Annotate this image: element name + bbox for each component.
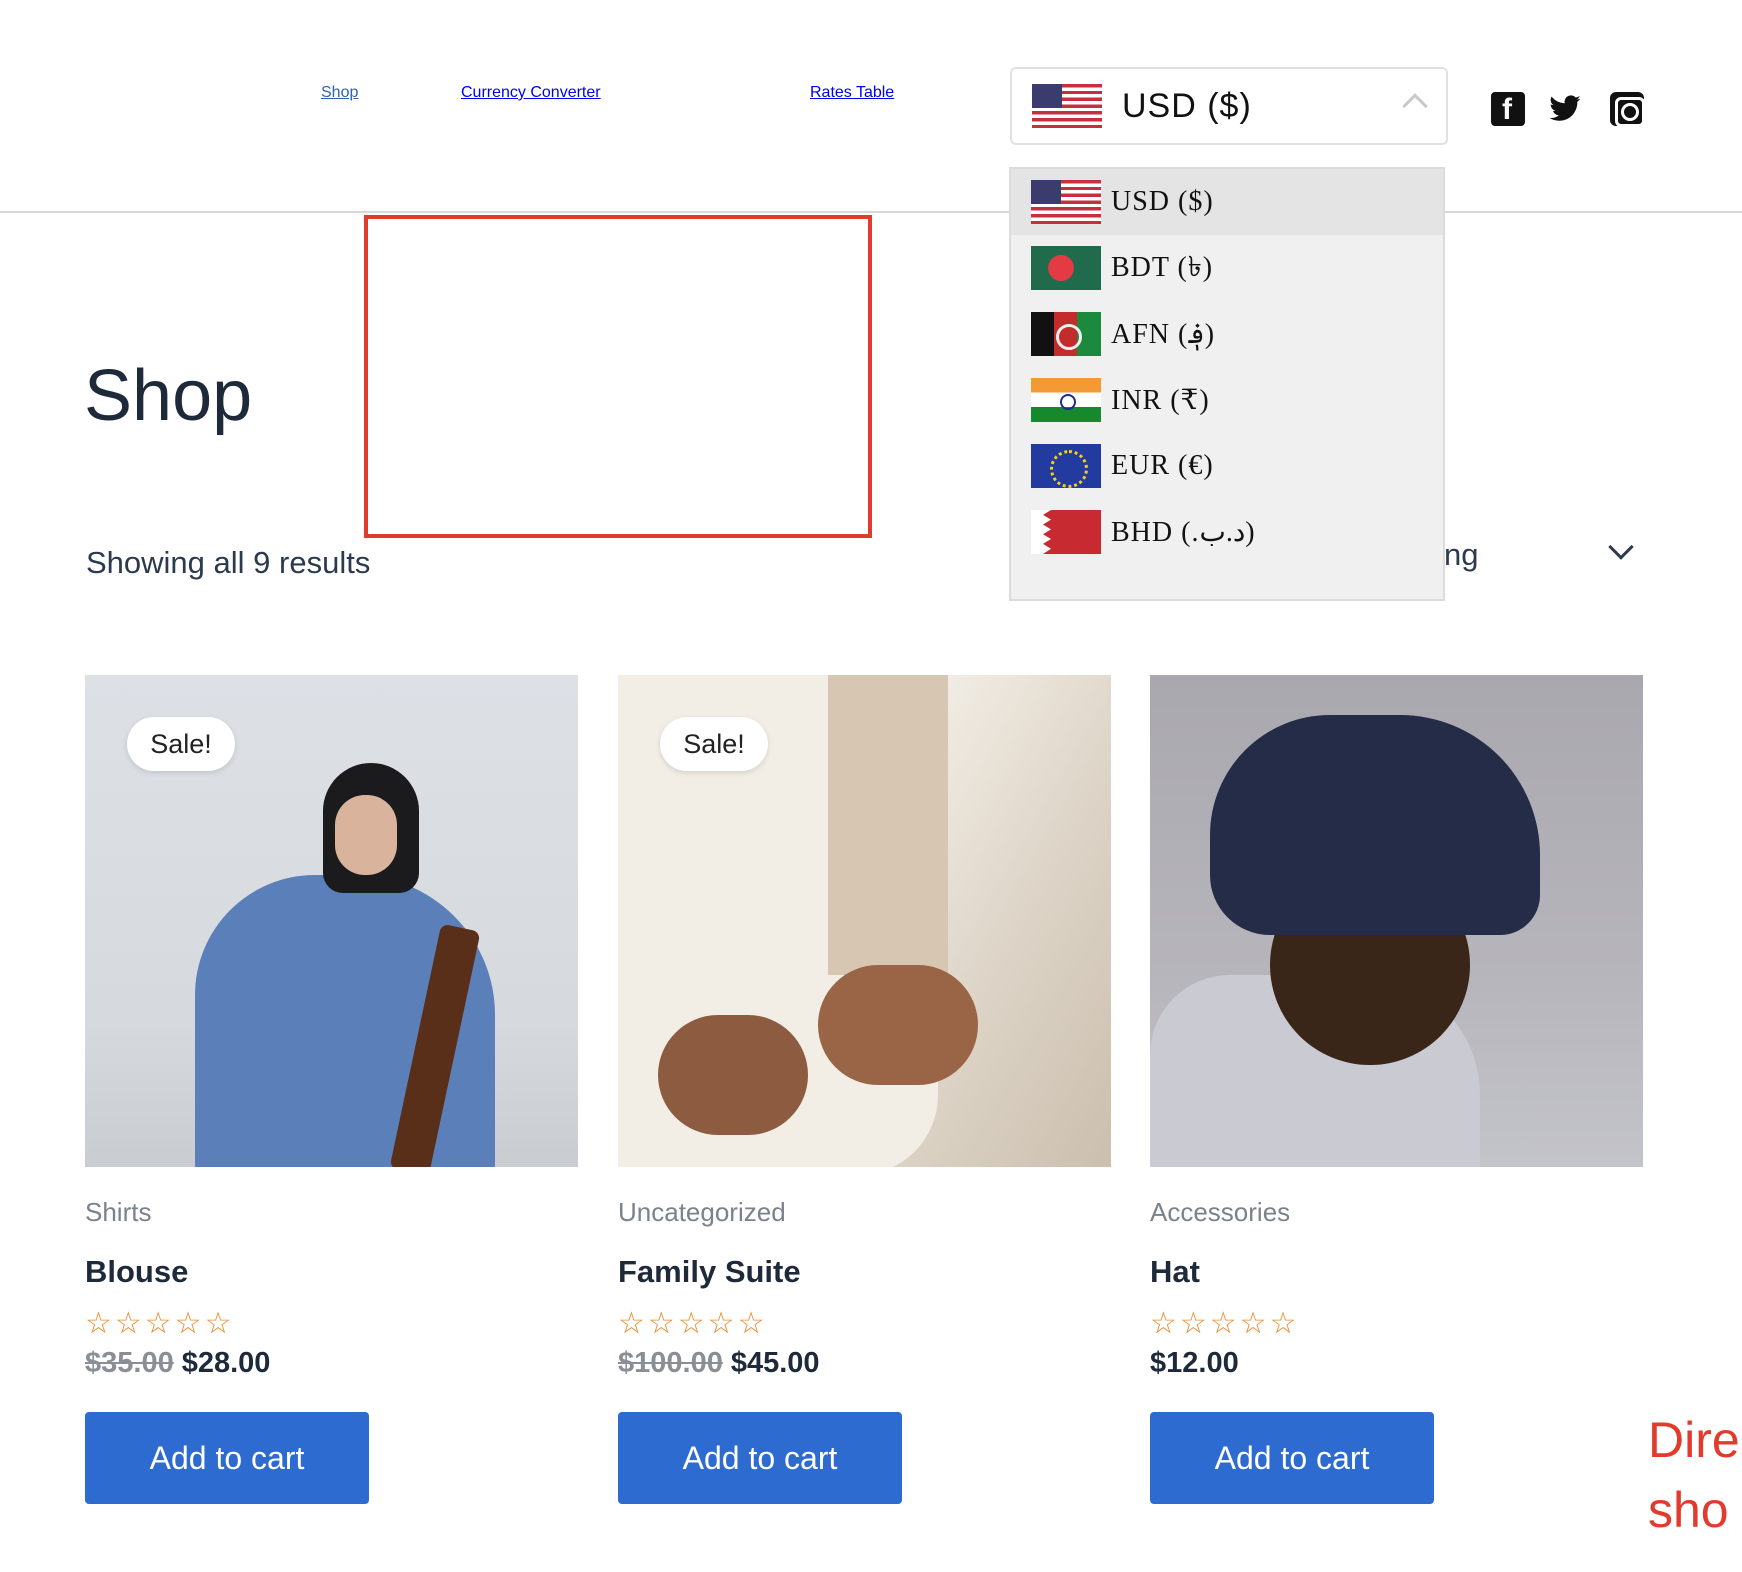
- nav-shop-label: Shop: [321, 84, 359, 101]
- twitter-icon[interactable]: [1548, 92, 1582, 126]
- hand-shape: [658, 1015, 808, 1135]
- currency-option-label: BDT (৳): [1111, 251, 1214, 283]
- bh-flag-icon: [1031, 510, 1101, 554]
- nav-rates-table-link[interactable]: Rates Table: [810, 84, 894, 102]
- currency-dropdown-list[interactable]: USD ($) BDT (৳) AFN (؋) INR (₹) EUR (€) …: [1009, 167, 1445, 601]
- instagram-icon[interactable]: [1610, 92, 1645, 127]
- currency-option-bhd[interactable]: BHD (.د.ب): [1011, 499, 1443, 565]
- af-flag-icon: [1031, 312, 1101, 356]
- product-price: $35.00 $28.00: [85, 1347, 578, 1380]
- sale-price: $28.00: [181, 1347, 271, 1379]
- us-flag-icon: [1031, 180, 1101, 224]
- product-price: $12.00: [1150, 1347, 1643, 1380]
- product-image[interactable]: Sale!: [85, 675, 578, 1167]
- bd-flag-icon: [1031, 246, 1101, 290]
- page-title: Shop: [84, 356, 253, 436]
- product-category[interactable]: Uncategorized: [618, 1197, 1111, 1228]
- annotation-text: Dire sho: [1648, 1405, 1740, 1545]
- tee-shape: [828, 675, 948, 975]
- hand-shape: [818, 965, 978, 1085]
- product-title[interactable]: Family Suite: [618, 1254, 1111, 1290]
- us-flag-icon: [1032, 84, 1102, 128]
- product-image[interactable]: [1150, 675, 1643, 1167]
- currency-option-usd[interactable]: USD ($): [1011, 169, 1443, 235]
- currency-option-label: INR (₹): [1111, 385, 1210, 416]
- hat-shape: [1210, 715, 1540, 935]
- old-price: $35.00: [85, 1347, 174, 1379]
- sale-badge: Sale!: [127, 717, 235, 771]
- currency-option-label: AFN (؋): [1111, 319, 1216, 350]
- product-price: $100.00 $45.00: [618, 1347, 1111, 1380]
- product-card: Sale! Shirts Blouse ☆☆☆☆☆ $35.00 $28.00 A…: [85, 675, 578, 1504]
- chevron-down-icon[interactable]: [1608, 534, 1634, 560]
- currency-option-bdt[interactable]: BDT (৳): [1011, 235, 1443, 301]
- sale-price: $45.00: [730, 1347, 820, 1379]
- old-price: $100.00: [618, 1347, 723, 1379]
- currency-option-inr[interactable]: INR (₹): [1011, 367, 1443, 433]
- currency-option-eur[interactable]: EUR (€): [1011, 433, 1443, 499]
- currency-option-label: EUR (€): [1111, 450, 1214, 481]
- star-rating: ☆☆☆☆☆: [618, 1306, 768, 1341]
- add-to-cart-button[interactable]: Add to cart: [1150, 1412, 1434, 1504]
- facebook-icon[interactable]: [1491, 92, 1525, 127]
- eu-flag-icon: [1031, 444, 1101, 488]
- star-rating: ☆☆☆☆☆: [1150, 1306, 1300, 1341]
- annotation-highlight-box: [364, 215, 872, 538]
- nav-rates-label: Rates Table: [810, 84, 895, 101]
- result-count: Showing all 9 results: [86, 545, 371, 580]
- currency-option-label: USD ($): [1111, 186, 1214, 217]
- product-category[interactable]: Shirts: [85, 1197, 578, 1228]
- product-image[interactable]: Sale!: [618, 675, 1111, 1167]
- chevron-up-icon: [1402, 93, 1428, 119]
- in-flag-icon: [1031, 378, 1101, 422]
- annotation-line: Dire: [1648, 1412, 1740, 1468]
- currency-option-afn[interactable]: AFN (؋): [1011, 301, 1443, 367]
- price: $12.00: [1150, 1347, 1239, 1379]
- add-to-cart-button[interactable]: Add to cart: [618, 1412, 902, 1504]
- product-card: Accessories Hat ☆☆☆☆☆ $12.00 Add to cart: [1150, 675, 1643, 1504]
- nav-converter-label: Currency Converter: [461, 84, 601, 101]
- sort-select-label-partial[interactable]: ng: [1444, 537, 1478, 573]
- add-to-cart-button[interactable]: Add to cart: [85, 1412, 369, 1504]
- currency-select[interactable]: USD ($): [1010, 67, 1448, 145]
- nav-shop-link[interactable]: Shop: [321, 84, 358, 102]
- product-title[interactable]: Hat: [1150, 1254, 1643, 1290]
- product-category[interactable]: Accessories: [1150, 1197, 1643, 1228]
- header-divider: [0, 211, 1742, 213]
- nav-currency-converter-link[interactable]: Currency Converter: [461, 84, 601, 102]
- star-rating: ☆☆☆☆☆: [85, 1306, 235, 1341]
- annotation-line: sho: [1648, 1482, 1729, 1538]
- product-title[interactable]: Blouse: [85, 1254, 578, 1290]
- currency-option-label: BHD (.د.ب): [1111, 517, 1256, 548]
- currency-select-value: USD ($): [1122, 86, 1252, 125]
- product-card: Sale! Uncategorized Family Suite ☆☆☆☆☆ $…: [618, 675, 1111, 1504]
- figure-face: [335, 795, 397, 875]
- sale-badge: Sale!: [660, 717, 768, 771]
